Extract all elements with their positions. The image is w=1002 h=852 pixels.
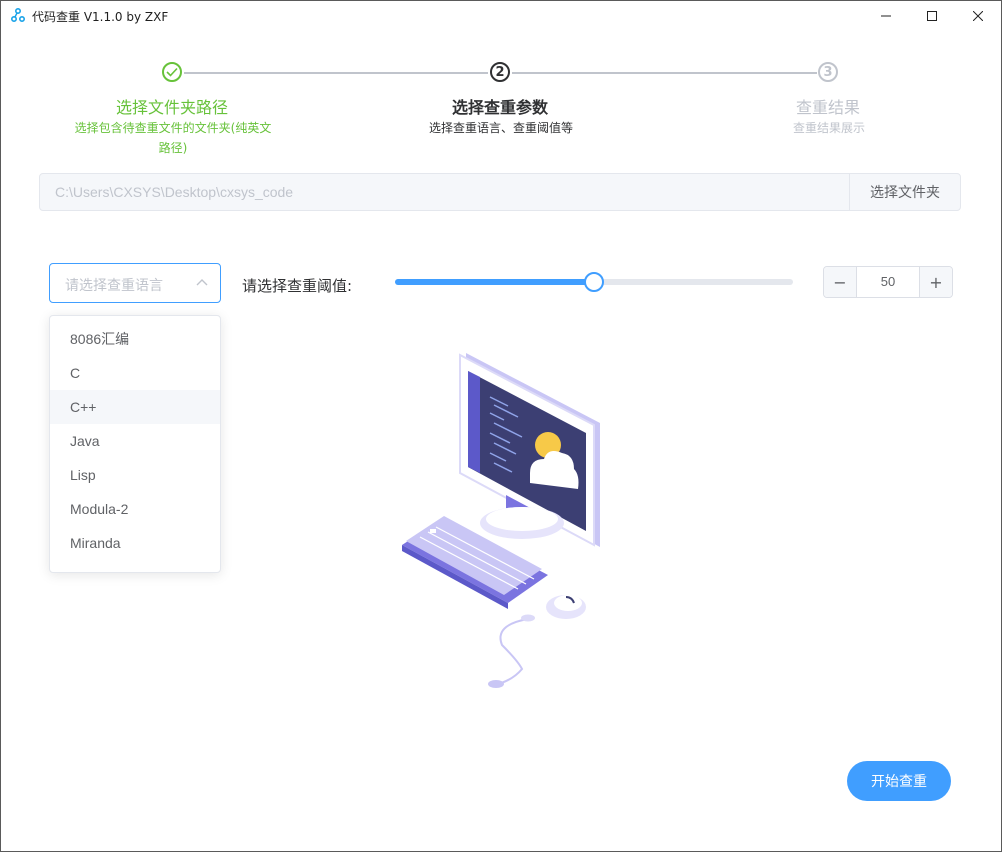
language-option[interactable]: C++ xyxy=(50,390,220,424)
step-3-desc-line-1: 查重结果展示 xyxy=(792,121,865,135)
step-3-number: 3 xyxy=(823,64,833,80)
step-line-2 xyxy=(512,72,817,74)
language-select-placeholder: 请选择查重语言 xyxy=(65,278,163,294)
step-2-number: 2 xyxy=(495,64,505,80)
threshold-slider-handle[interactable] xyxy=(584,272,604,292)
minimize-icon xyxy=(881,15,891,17)
step-1-desc: 选择包含待查重文件的文件夹(纯英文 路径) xyxy=(70,118,276,158)
increment-button[interactable]: + xyxy=(919,267,952,297)
language-dropdown: 8086汇编 C C++ Java Lisp Modula-2 Miranda … xyxy=(49,315,221,573)
title-bar: 代码查重 V1.1.0 by ZXF xyxy=(1,1,1001,31)
step-3-icon: 3 xyxy=(818,62,838,82)
close-icon xyxy=(973,11,983,21)
threshold-label: 请选择查重阈值: xyxy=(242,277,353,295)
plus-icon: + xyxy=(929,272,943,292)
language-select[interactable]: 请选择查重语言 xyxy=(49,263,221,303)
language-option[interactable]: Modula-2 xyxy=(50,492,220,526)
threshold-slider[interactable] xyxy=(395,272,793,292)
maximize-button[interactable] xyxy=(909,1,955,31)
step-1-icon xyxy=(162,62,182,82)
start-check-button[interactable]: 开始查重 xyxy=(847,761,951,801)
step-line-1 xyxy=(184,72,488,74)
threshold-stepper: − 50 + xyxy=(823,266,953,298)
step-3-desc: 查重结果展示 xyxy=(760,118,898,138)
select-folder-button[interactable]: 选择文件夹 xyxy=(849,174,960,210)
language-option[interactable]: 8086汇编 xyxy=(50,322,220,356)
window-title: 代码查重 V1.1.0 by ZXF xyxy=(32,10,169,24)
step-1-desc-line-2: 路径) xyxy=(158,141,188,155)
step-2-desc-line-1: 选择查重语言、查重阈值等 xyxy=(428,121,573,135)
threshold-slider-fill xyxy=(395,279,594,285)
language-option[interactable]: Lisp xyxy=(50,458,220,492)
step-2-icon: 2 xyxy=(490,62,510,82)
step-1-title: 选择文件夹路径 xyxy=(116,98,229,117)
check-icon xyxy=(166,67,178,77)
chevron-up-icon xyxy=(196,279,208,286)
maximize-icon xyxy=(927,11,937,21)
decrement-button[interactable]: − xyxy=(824,267,857,297)
minus-icon: − xyxy=(833,272,847,292)
step-1-desc-line-1: 选择包含待查重文件的文件夹(纯英文 xyxy=(74,121,272,135)
threshold-value-input[interactable]: 50 xyxy=(857,267,919,297)
step-2-title: 选择查重参数 xyxy=(452,98,549,117)
step-2-desc: 选择查重语言、查重阈值等 xyxy=(400,118,602,138)
language-option[interactable]: C xyxy=(50,356,220,390)
minimize-button[interactable] xyxy=(863,1,909,31)
folder-path-input[interactable]: C:\Users\CXSYS\Desktop\cxsys_code xyxy=(40,174,849,210)
language-option[interactable]: Java xyxy=(50,424,220,458)
language-option[interactable]: Pascal xyxy=(50,560,220,572)
step-3-title: 查重结果 xyxy=(796,98,861,117)
language-option[interactable]: Miranda xyxy=(50,526,220,560)
close-button[interactable] xyxy=(955,1,1001,31)
computer-illustration xyxy=(402,353,600,688)
folder-path-group: C:\Users\CXSYS\Desktop\cxsys_code 选择文件夹 xyxy=(39,173,961,211)
app-logo-icon xyxy=(11,8,25,22)
